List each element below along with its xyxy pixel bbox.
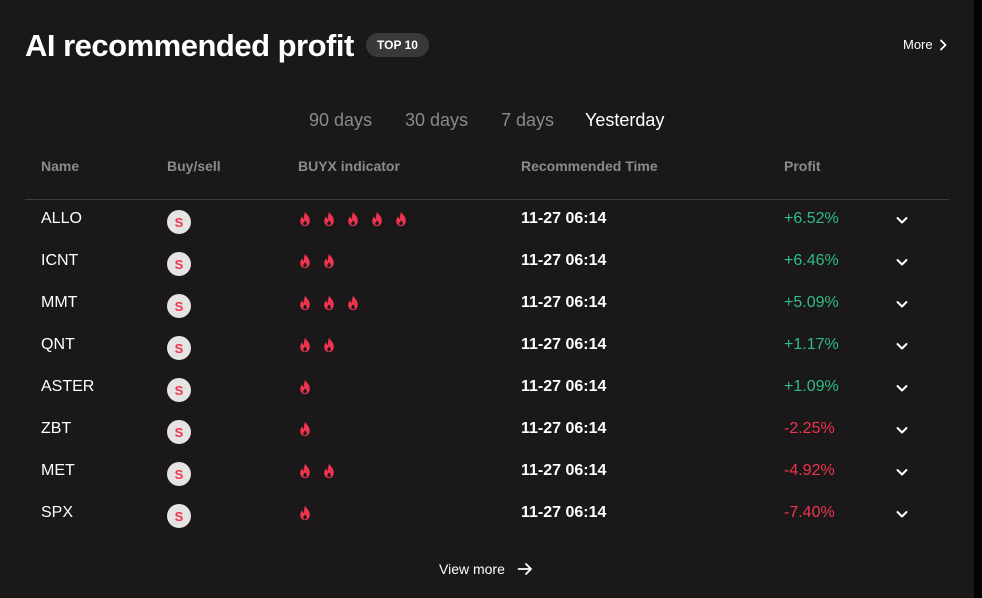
chevron-down-icon[interactable] [894, 254, 910, 270]
fire-icon [324, 463, 334, 479]
row-symbol: ALLO [41, 210, 82, 227]
top-badge: TOP 10 [366, 33, 429, 57]
chevron-down-icon[interactable] [894, 338, 910, 354]
chevron-down-icon[interactable] [894, 296, 910, 312]
fire-icon [348, 211, 358, 227]
chevron-down-icon[interactable] [894, 380, 910, 396]
column-header-indicator: BUYX indicator [298, 158, 400, 174]
fire-icon [396, 211, 406, 227]
fire-icon [300, 505, 310, 521]
fire-icon [372, 211, 382, 227]
row-time: 11-27 06:14 [521, 294, 607, 311]
sell-badge: S [167, 294, 191, 318]
fire-icon [348, 295, 358, 311]
sell-badge: S [167, 504, 191, 528]
sell-badge: S [167, 210, 191, 234]
column-header-buysell: Buy/sell [167, 158, 221, 174]
more-link[interactable]: More [903, 37, 948, 52]
fire-icon [300, 421, 310, 437]
row-profit: +1.17% [784, 336, 839, 353]
row-profit: +1.09% [784, 378, 839, 395]
row-time: 11-27 06:14 [521, 378, 607, 395]
chevron-down-icon[interactable] [894, 506, 910, 522]
fire-icon [300, 379, 310, 395]
fire-icon [300, 253, 310, 269]
tab-7-days[interactable]: 7 days [501, 110, 554, 131]
table-row[interactable]: ICNT S 11-27 06:14 +6.46% [0, 241, 974, 283]
buyx-indicator [298, 505, 312, 521]
fire-icon [300, 295, 310, 311]
ai-profit-panel: AI recommended profit TOP 10 More 90 day… [0, 0, 974, 598]
chevron-right-icon [939, 39, 947, 50]
sell-badge: S [167, 336, 191, 360]
row-symbol: ZBT [41, 420, 72, 437]
side-label: S [174, 298, 184, 314]
page-title: AI recommended profit [25, 28, 354, 63]
buyx-indicator [298, 253, 336, 269]
row-profit: -4.92% [784, 462, 835, 479]
tab-yesterday[interactable]: Yesterday [585, 110, 664, 131]
row-symbol: MET [41, 462, 75, 479]
row-time: 11-27 06:14 [521, 210, 607, 227]
side-label: S [174, 424, 184, 440]
row-time: 11-27 06:14 [521, 462, 607, 479]
view-more-label: View more [439, 561, 505, 577]
row-time: 11-27 06:14 [521, 252, 607, 269]
buyx-indicator [298, 211, 408, 227]
column-header-time: Recommended Time [521, 158, 658, 174]
buyx-indicator [298, 463, 336, 479]
row-symbol: MMT [41, 294, 78, 311]
row-profit: +6.52% [784, 210, 839, 227]
side-label: S [174, 340, 184, 356]
row-time: 11-27 06:14 [521, 504, 607, 521]
table-row[interactable]: ALLO S 11-27 06:14 +6.52% [0, 199, 974, 241]
tab-90-days[interactable]: 90 days [309, 110, 372, 131]
fire-icon [300, 211, 310, 227]
row-symbol: SPX [41, 504, 74, 521]
row-symbol: ASTER [41, 378, 95, 395]
row-time: 11-27 06:14 [521, 336, 607, 353]
side-label: S [174, 214, 184, 230]
table-row[interactable]: ZBT S 11-27 06:14 -2.25% [0, 409, 974, 451]
side-label: S [174, 466, 184, 482]
side-label: S [174, 256, 184, 272]
column-header-profit: Profit [784, 158, 821, 174]
row-profit: +5.09% [784, 294, 839, 311]
row-profit: -2.25% [784, 420, 835, 437]
buyx-indicator [298, 337, 336, 353]
fire-icon [300, 463, 310, 479]
fire-icon [324, 253, 334, 269]
side-label: S [174, 382, 184, 398]
table-row[interactable]: MET S 11-27 06:14 -4.92% [0, 451, 974, 493]
chevron-down-icon[interactable] [894, 464, 910, 480]
column-header-name: Name [41, 158, 80, 174]
side-label: S [174, 508, 184, 524]
sell-badge: S [167, 252, 191, 276]
row-profit: +6.46% [784, 252, 839, 269]
table-row[interactable]: MMT S 11-27 06:14 +5.09% [0, 283, 974, 325]
row-profit: -7.40% [784, 504, 835, 521]
fire-icon [300, 337, 310, 353]
sell-badge: S [167, 462, 191, 486]
sell-badge: S [167, 378, 191, 402]
fire-icon [324, 295, 334, 311]
buyx-indicator [298, 379, 312, 395]
buyx-indicator [298, 421, 312, 437]
row-symbol: ICNT [41, 252, 79, 269]
fire-icon [324, 211, 334, 227]
table-row[interactable]: SPX S 11-27 06:14 -7.40% [0, 493, 974, 535]
sell-badge: S [167, 420, 191, 444]
arrow-right-icon [517, 563, 532, 575]
tab-30-days[interactable]: 30 days [405, 110, 468, 131]
chevron-down-icon[interactable] [894, 422, 910, 438]
row-symbol: QNT [41, 336, 75, 353]
row-time: 11-27 06:14 [521, 420, 607, 437]
buyx-indicator [298, 295, 360, 311]
table-row[interactable]: QNT S 11-27 06:14 +1.17% [0, 325, 974, 367]
table-row[interactable]: ASTER S 11-27 06:14 +1.09% [0, 367, 974, 409]
view-more-button[interactable]: View more [439, 561, 533, 577]
more-label: More [903, 37, 933, 52]
fire-icon [324, 337, 334, 353]
chevron-down-icon[interactable] [894, 212, 910, 228]
